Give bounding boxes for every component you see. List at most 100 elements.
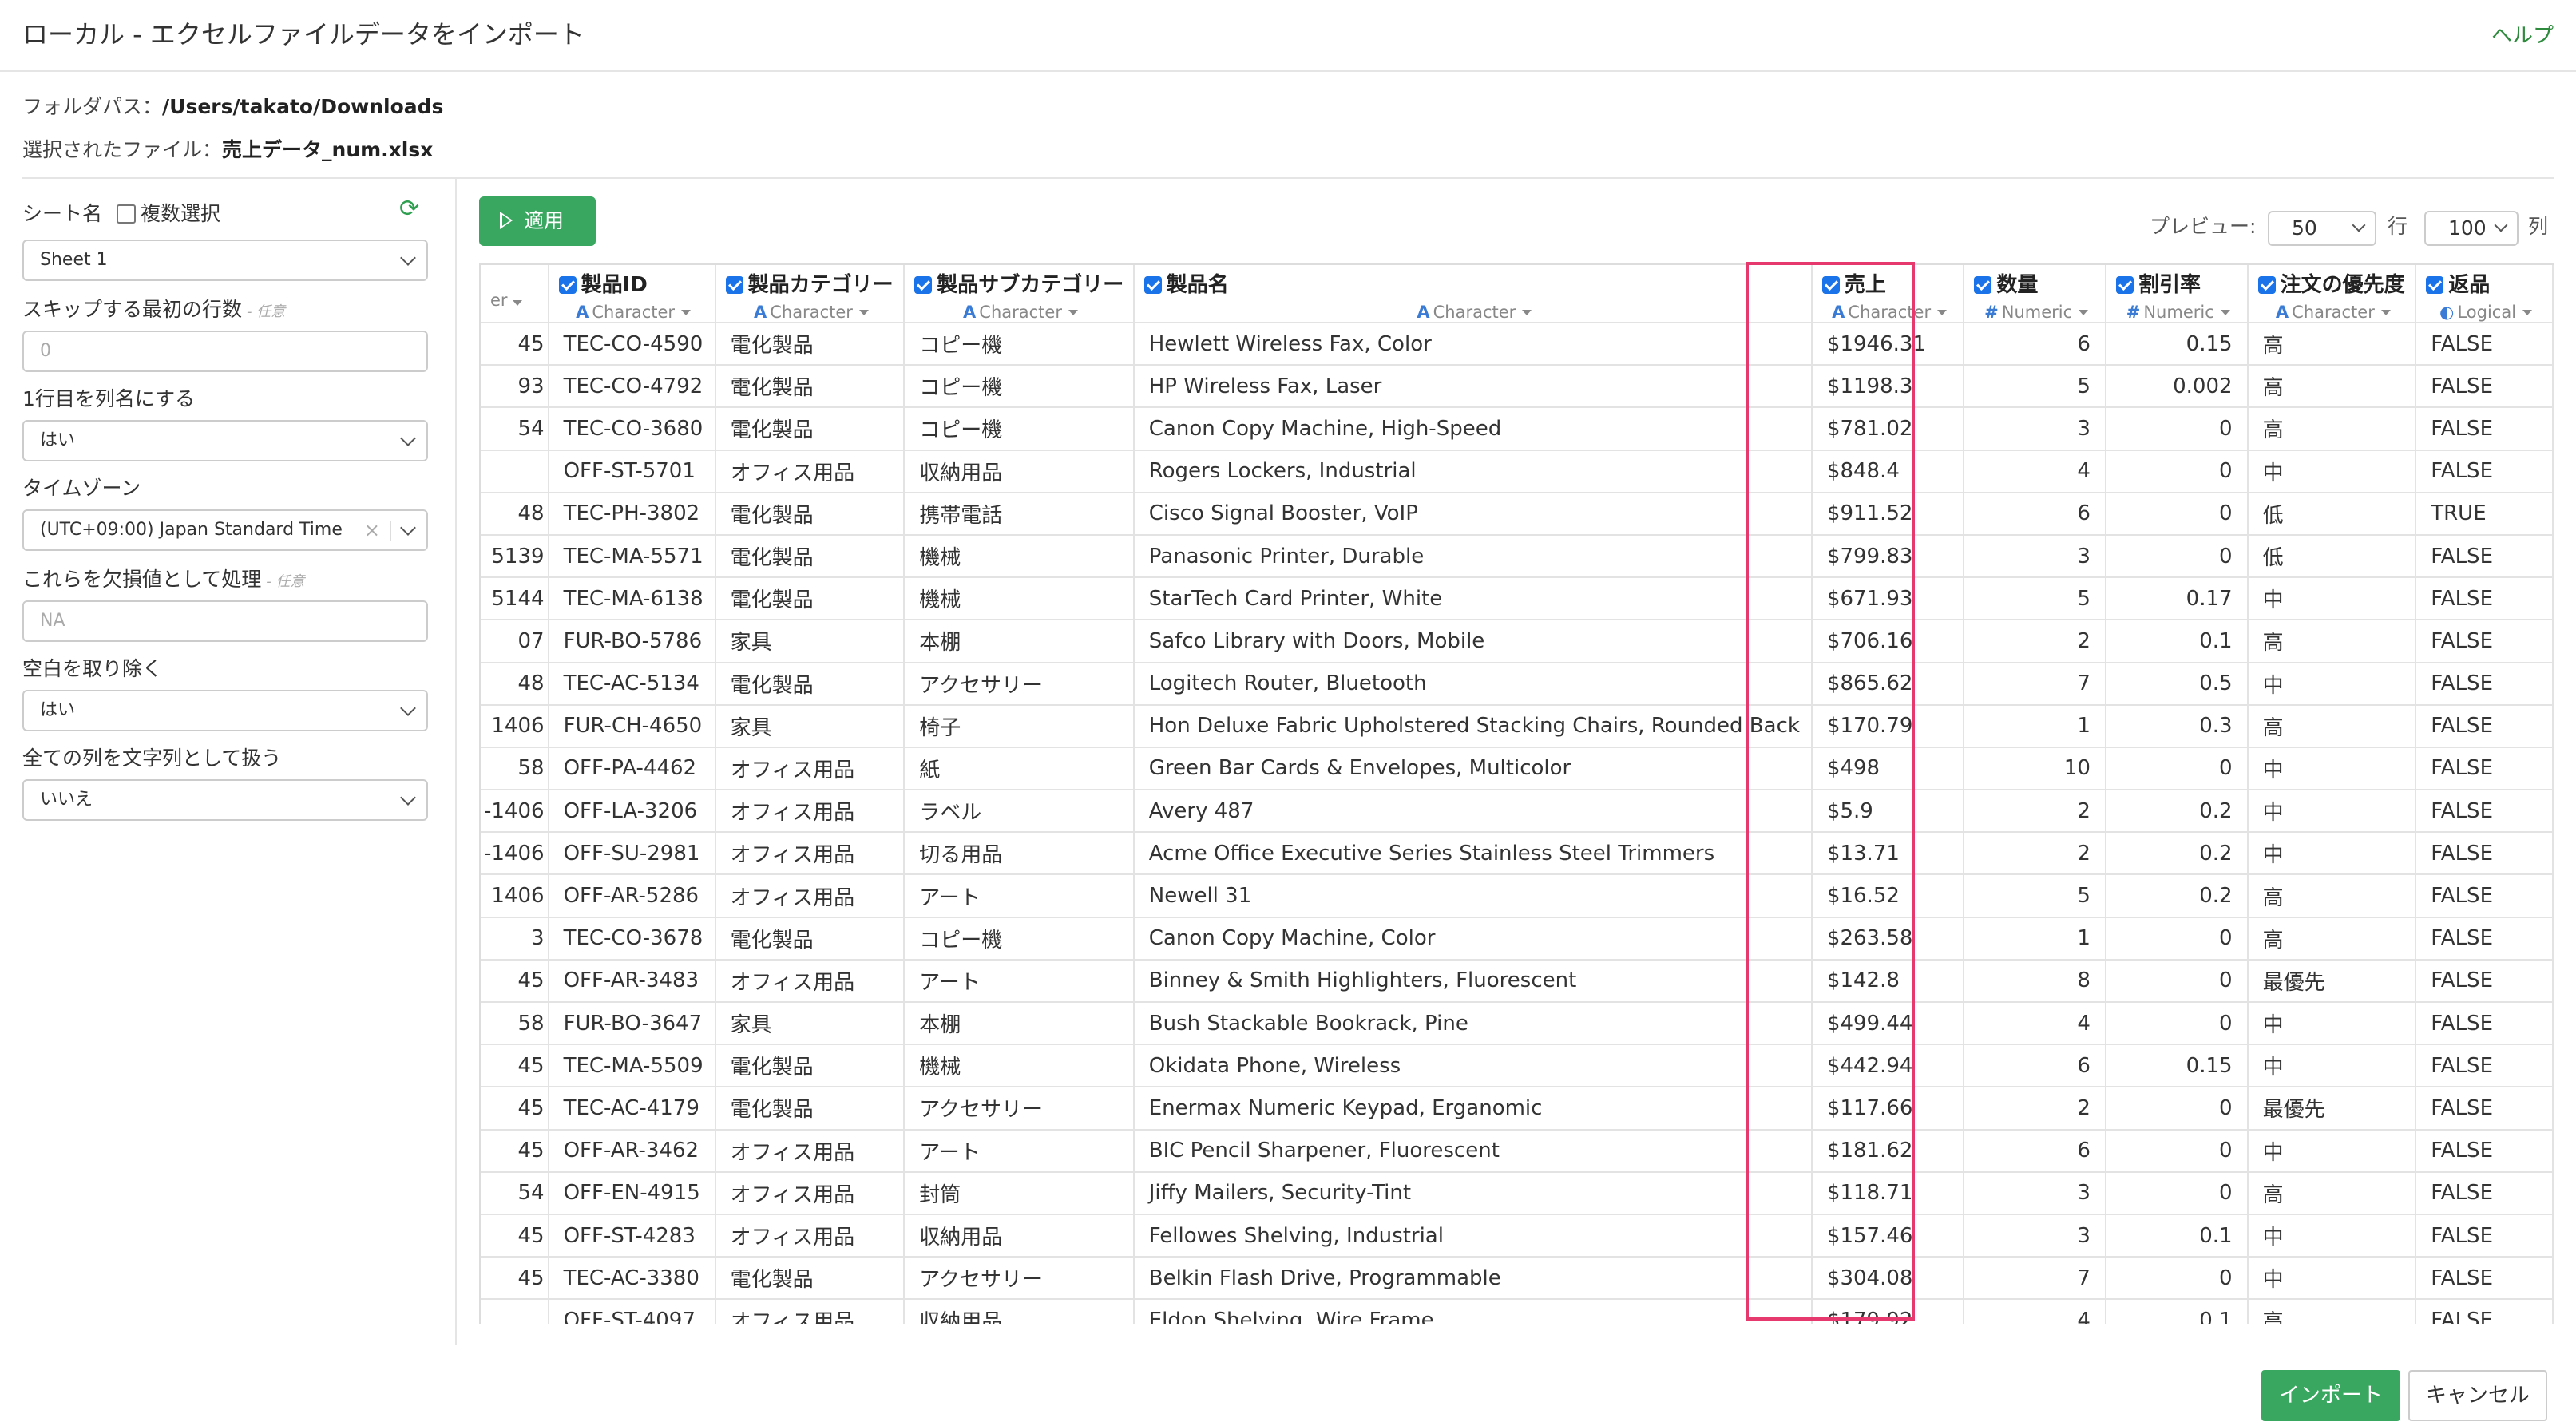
trim-whitespace-select[interactable]: はい	[22, 690, 428, 731]
table-cell: 4	[1964, 450, 2106, 493]
table-cell: $181.62	[1811, 1129, 1965, 1173]
column-header[interactable]: 割引率 # Numeric	[2105, 265, 2249, 323]
caret-down-icon	[1937, 310, 1948, 315]
table-cell: Binney & Smith Highlighters, Fluorescent	[1133, 959, 1813, 1004]
column-type-select[interactable]: A Character	[914, 303, 1126, 321]
preview-cols-select[interactable]: 100	[2424, 211, 2519, 246]
table-cell: 中	[2247, 1002, 2417, 1046]
skip-rows-input[interactable]: 0	[22, 331, 428, 372]
column-type-select[interactable]: A Character	[726, 303, 898, 321]
table-cell: 0.2	[2105, 874, 2249, 918]
table-row: 5144 TEC-MA-6138 電化製品 機械 StarTech Card Print…	[481, 577, 2554, 621]
table-cell: $117.66	[1811, 1087, 1965, 1131]
column-header[interactable]: er	[481, 265, 549, 323]
column-header[interactable]: 数量 # Numeric	[1964, 265, 2106, 323]
table-body: 45 TEC-CO-4590 電化製品 コピー機 Hewlett Wireless Fa…	[481, 323, 2554, 1324]
table-cell: TEC-AC-3380	[548, 1257, 716, 1301]
column-type-select[interactable]: ◐ Logical	[2426, 303, 2546, 321]
column-header[interactable]: 製品ID A Character	[548, 265, 716, 323]
table-cell: 0	[2105, 1257, 2249, 1301]
table-cell: $13.71	[1811, 832, 1965, 876]
column-select-checkbox[interactable]	[558, 276, 577, 294]
caret-down-icon	[1522, 310, 1532, 315]
refresh-icon[interactable]: ⟳	[399, 195, 419, 223]
column-type-select[interactable]: # Numeric	[1974, 303, 2098, 321]
table-cell: -1406	[481, 790, 549, 834]
preview-table: er 製品ID A Character 製品カテゴリー A Character 製品サブカテゴ…	[481, 265, 2554, 1324]
table-cell: FALSE	[2415, 1044, 2554, 1088]
table-cell: TEC-PH-3802	[548, 492, 716, 536]
table-cell: 封筒	[904, 1171, 1135, 1215]
table-cell: アクセサリー	[904, 662, 1135, 706]
table-cell: 電化製品	[715, 1257, 906, 1301]
first-row-header-value: はい	[40, 430, 76, 450]
table-cell: 0	[2105, 1002, 2249, 1046]
table-cell: Canon Copy Machine, Color	[1133, 917, 1813, 961]
column-select-checkbox[interactable]	[914, 276, 933, 294]
column-type-select[interactable]: A Character	[2258, 303, 2409, 321]
table-cell: TEC-CO-3680	[548, 407, 716, 451]
column-name: 製品名	[1166, 273, 1229, 297]
timezone-select[interactable]: (UTC+09:00) Japan Standard Time ×	[22, 509, 428, 551]
column-type-select[interactable]: A Character	[1144, 303, 1805, 321]
skip-rows-label: スキップする最初の行数 - 任意	[22, 294, 285, 323]
table-row: 45 TEC-MA-5509 電化製品 機械 Okidata Phone, Wirele…	[481, 1044, 2554, 1088]
table-cell: $781.02	[1811, 407, 1965, 451]
clear-icon[interactable]: ×	[364, 511, 380, 549]
column-header[interactable]: 製品カテゴリー A Character	[715, 265, 906, 323]
column-type-select[interactable]: # Numeric	[2116, 303, 2241, 321]
all-character-select[interactable]: いいえ	[22, 779, 428, 821]
column-header-partial: er	[490, 291, 508, 310]
table-cell: 収納用品	[904, 1214, 1135, 1258]
table-cell: アクセサリー	[904, 1257, 1135, 1301]
sheet-select[interactable]: Sheet 1	[22, 240, 428, 281]
table-cell: 収納用品	[904, 1299, 1135, 1324]
na-values-input[interactable]: NA	[22, 600, 428, 642]
preview-rows-select[interactable]: 50	[2268, 211, 2376, 246]
column-type-select[interactable]: A Character	[559, 303, 708, 321]
column-select-checkbox[interactable]	[1143, 276, 1162, 294]
table-cell: アクセサリー	[904, 1087, 1135, 1131]
column-select-checkbox[interactable]	[1974, 276, 1992, 294]
multi-select-checkbox[interactable]	[117, 204, 137, 224]
column-select-checkbox[interactable]	[1821, 276, 1840, 294]
table-cell: 0	[2105, 747, 2249, 791]
table-cell: $170.79	[1811, 704, 1965, 748]
table-cell: $1198.3	[1811, 365, 1965, 409]
chevron-down-icon	[400, 250, 416, 266]
table-row: 45 OFF-AR-3483 オフィス用品 アート Binney & Smith Hig…	[481, 959, 2554, 1004]
column-header[interactable]: 返品 ◐ Logical	[2415, 265, 2554, 323]
table-cell: 0.1	[2105, 1214, 2249, 1258]
column-header[interactable]: 製品サブカテゴリー A Character	[904, 265, 1135, 323]
cols-unit: 列	[2528, 215, 2549, 238]
table-cell: 45	[481, 1044, 549, 1088]
table-cell: 1	[1964, 704, 2106, 748]
table-cell: 0.15	[2105, 323, 2249, 366]
table-cell: 7	[1964, 662, 2106, 706]
table-cell	[481, 450, 549, 493]
column-select-checkbox[interactable]	[725, 276, 743, 294]
preview-table-container[interactable]: er 製品ID A Character 製品カテゴリー A Character 製品サブカテゴ…	[479, 263, 2554, 1324]
table-cell: Okidata Phone, Wireless	[1133, 1044, 1813, 1088]
column-select-checkbox[interactable]	[2257, 276, 2276, 294]
column-header[interactable]: 製品名 A Character	[1133, 265, 1813, 323]
first-row-header-select[interactable]: はい	[22, 420, 428, 461]
column-type-select[interactable]: A Character	[1822, 303, 1956, 321]
preview-cols-value: 100	[2448, 216, 2487, 240]
apply-button[interactable]: 適用	[479, 196, 596, 246]
column-select-checkbox[interactable]	[2115, 276, 2134, 294]
table-cell: $911.52	[1811, 492, 1965, 536]
table-cell: アート	[904, 959, 1135, 1004]
import-button[interactable]: インポート	[2261, 1370, 2400, 1421]
column-header[interactable]: 注文の優先度 A Character	[2247, 265, 2417, 323]
cancel-button[interactable]: キャンセル	[2408, 1370, 2547, 1421]
column-select-checkbox[interactable]	[2426, 276, 2444, 294]
column-header[interactable]: 売上 A Character	[1811, 265, 1965, 323]
table-cell: FALSE	[2415, 662, 2554, 706]
help-link[interactable]: ヘルプ	[2491, 19, 2554, 49]
table-row: 1406 OFF-AR-5286 オフィス用品 アート Newell 31 $16.52 5…	[481, 874, 2554, 918]
caret-down-icon	[2380, 310, 2391, 315]
table-cell: 5144	[481, 577, 549, 621]
table-cell: 93	[481, 365, 549, 409]
table-row: 07 FUR-BO-5786 家具 本棚 Safco Library with Door…	[481, 620, 2554, 663]
